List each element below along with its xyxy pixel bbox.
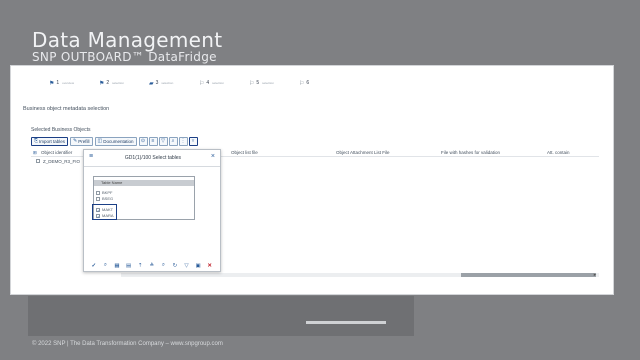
selection-highlight (92, 204, 117, 220)
column-header[interactable]: Att. contain (547, 150, 570, 155)
step-name: selection (262, 81, 275, 85)
sort-icon[interactable]: ≡ (148, 136, 158, 146)
select-tables-dialog: ≡ GD1(1)/100 Select tables × Table Name … (83, 149, 221, 272)
document-icon: ◫ (97, 138, 103, 144)
documentation-button[interactable]: ◫ Documentation (94, 136, 137, 146)
search-icon[interactable]: ⌕ (168, 136, 178, 146)
slide-title: Data Management (32, 28, 223, 52)
documentation-label: Documentation (103, 138, 134, 144)
layout-icon[interactable]: ▣ (192, 263, 204, 269)
table-name: BSEG (102, 196, 114, 201)
refresh-icon[interactable]: ↻ (169, 263, 181, 269)
step-1[interactable]: ⚑ 1 overview (49, 76, 99, 90)
table-name-header: Table Name (94, 180, 194, 186)
dialog-divider (84, 166, 220, 167)
step-4[interactable]: ⚐ 4 selection (199, 76, 249, 90)
pencil-icon: ✎ (73, 138, 78, 144)
step-6[interactable]: ⚐ 6 (299, 76, 349, 90)
grid-toolbar: ⎘ Import tables ✎ Prefill ◫ Documentation ⊙… (31, 136, 199, 146)
slide-subtitle: SNP OUTBOARD™ DataFridge (32, 50, 217, 64)
deselect-icon[interactable]: ▤ (123, 263, 135, 269)
more-icon[interactable]: ⋮ (178, 136, 188, 146)
list-item[interactable]: BSEG (96, 196, 113, 201)
filter-icon[interactable]: ▽ (158, 136, 168, 146)
flag-icon: ⚐ (299, 80, 305, 87)
column-header[interactable]: Object list file (231, 150, 258, 155)
step-number: 4 (206, 80, 210, 86)
search-icon[interactable]: ⌕ (100, 262, 112, 269)
grid-settings-icon[interactable]: ⊞ (33, 150, 37, 156)
step-navigation: ⚑ 1 overview ⚑ 2 selection ▰ 3 selection ⚐ 4 sel… (49, 76, 349, 90)
section-label: Business object metadata selection (23, 106, 110, 112)
selected-objects-label: Selected Business Objects (31, 127, 91, 133)
column-header[interactable]: Object Attachment List File (336, 150, 390, 155)
table-name: BKPF (102, 190, 113, 195)
prefill-button[interactable]: ✎ Prefill (70, 136, 93, 146)
step-name: selection (112, 81, 125, 85)
step-name: selection (161, 81, 174, 85)
step-number: 3 (155, 80, 159, 86)
column-header[interactable]: Object identifier (41, 150, 72, 155)
select-all-icon[interactable]: ▦ (111, 263, 123, 269)
find-icon[interactable]: ⌕ (158, 262, 170, 269)
step-number: 6 (306, 80, 310, 86)
flag-icon: ⚑ (49, 80, 55, 87)
slide-footer: © 2022 SNP | The Data Transformation Com… (32, 341, 223, 347)
dialog-footer-toolbar: ✓ ⌕ ▦ ▤ ⇡ ≙ ⌕ ↻ ▽ ▣ ✕ (84, 260, 220, 271)
import-icon: ⎘ (34, 138, 39, 144)
step-number: 5 (256, 80, 260, 86)
import-tables-button[interactable]: ⎘ Import tables (31, 136, 69, 146)
step-3[interactable]: ▰ 3 selection (149, 76, 199, 90)
flag-icon: ⚐ (199, 80, 205, 87)
prefill-label: Prefill (78, 138, 90, 144)
flag-icon: ⚐ (249, 80, 255, 87)
object-identifier-cell: Z_DEMO_R3_FIO (43, 159, 81, 164)
dialog-title: GD1(1)/100 Select tables (124, 155, 182, 161)
background-bar (306, 321, 386, 324)
checkmark-icon[interactable]: ✓ (88, 263, 100, 269)
step-number: 2 (106, 80, 110, 86)
step-number: 1 (56, 80, 60, 86)
scroll-right-icon[interactable]: ▸ (592, 272, 598, 278)
background-panel (28, 296, 414, 336)
import-label: Import tables (39, 138, 66, 144)
cancel-icon[interactable]: ✕ (204, 263, 216, 269)
step-name: overview (62, 81, 75, 85)
close-icon[interactable]: × (211, 153, 215, 160)
flag-icon: ⚑ (99, 80, 105, 87)
row-selector[interactable] (36, 159, 40, 163)
filter-funnel-icon[interactable]: ▽ (181, 263, 193, 269)
column-header[interactable]: File with hashes for validation (441, 150, 500, 155)
step-name: selection (212, 81, 225, 85)
sort-ascending-icon[interactable]: ⇡ (134, 263, 146, 269)
filter-active-icon[interactable]: ▿ (188, 136, 198, 146)
step-2[interactable]: ⚑ 2 selection (99, 76, 149, 90)
scrollbar-thumb[interactable] (461, 273, 596, 277)
step-5[interactable]: ⚐ 5 selection (249, 76, 299, 90)
filter-icon[interactable]: ≙ (146, 263, 158, 269)
checkbox[interactable] (96, 190, 100, 195)
details-icon[interactable]: ⊙ (138, 136, 148, 146)
horizontal-scrollbar[interactable] (121, 273, 599, 277)
flag-icon: ▰ (149, 80, 154, 87)
checkbox[interactable] (96, 196, 100, 201)
list-item[interactable]: BKPF (96, 190, 112, 195)
